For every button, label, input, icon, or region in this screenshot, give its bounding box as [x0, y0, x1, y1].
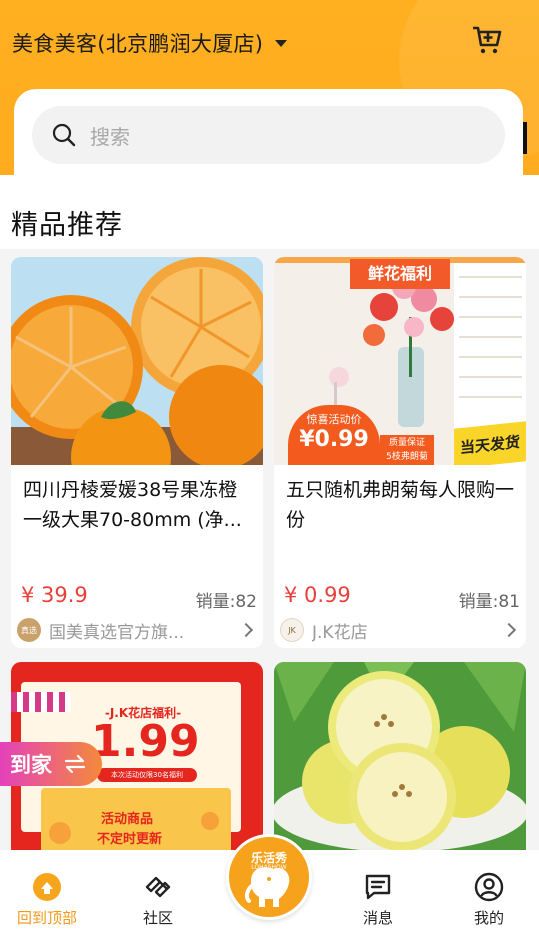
shop-logo: 真选	[17, 618, 41, 642]
shop-logo: JK	[280, 618, 304, 642]
search-input[interactable]: 搜索	[32, 106, 505, 164]
tab-label: 消息	[362, 909, 393, 927]
center-logo-sub: LOHASHOW	[251, 864, 287, 871]
tab-community[interactable]: 社区	[118, 872, 198, 928]
store-selector[interactable]: 美食美客(北京鹏润大厦店)	[12, 28, 288, 58]
product-image-pears	[274, 662, 526, 850]
product-title: 五只随机弗朗菊每人限购一份	[286, 479, 515, 531]
home-delivery-label: 到家	[10, 753, 52, 777]
same-day-delivery-tag: 当天发货	[454, 421, 526, 465]
section-title: 精品推荐	[11, 210, 123, 241]
top-bar: 美食美客(北京鹏润大厦店)	[0, 0, 539, 85]
poster-price: 1.99	[91, 716, 200, 767]
tab-label: 社区	[142, 909, 173, 927]
poster-note: 本次活动仅限30名福利	[97, 768, 197, 782]
product-card[interactable]: 鲜花福利 惊喜活动价 ¥0.99 质量保证 5枝弗朗菊 当天发货 五只随机弗朗菊…	[274, 257, 526, 648]
chevron-right-icon	[238, 622, 254, 638]
search-edge-divider	[523, 122, 527, 154]
search-icon	[52, 123, 76, 147]
product-image-oranges	[11, 257, 263, 465]
center-brand-logo-button[interactable]: 乐活秀 LOHASHOW	[226, 834, 312, 920]
tab-label: 回到顶部	[16, 909, 77, 927]
tab-profile[interactable]: 我的	[449, 872, 529, 928]
shop-row[interactable]: JK J.K花店	[280, 617, 520, 643]
product-price: ¥ 39.9	[21, 583, 88, 607]
poster-line-1: 活动商品	[101, 812, 154, 827]
caret-down-icon	[275, 40, 288, 47]
promo-note: 质量保证 5枝弗朗菊	[380, 435, 434, 465]
community-icon	[145, 876, 171, 898]
shop-name: 国美真选官方旗...	[49, 622, 185, 643]
search-card: 搜索	[14, 89, 523, 175]
poster-line-2: 不定时更新	[97, 832, 163, 847]
banner-label: 鲜花福利	[350, 259, 450, 289]
profile-icon	[474, 872, 504, 902]
product-card[interactable]: 四川丹棱爱媛38号果冻橙一级大果70-80mm (净... ¥ 39.9 销量:…	[11, 257, 263, 648]
product-card[interactable]	[274, 662, 526, 850]
back-to-top-icon	[33, 873, 61, 901]
tab-messages[interactable]: 消息	[338, 872, 418, 928]
product-image-flowers: 鲜花福利 惊喜活动价 ¥0.99 质量保证 5枝弗朗菊 当天发货	[274, 257, 526, 465]
shop-name: J.K花店	[312, 622, 368, 643]
product-sales: 销量:81	[458, 592, 520, 612]
switch-arrows-icon	[64, 755, 86, 773]
home-delivery-button[interactable]: 到家	[0, 742, 102, 786]
search-placeholder: 搜索	[90, 124, 130, 149]
chevron-right-icon	[501, 622, 517, 638]
promo-badge: 惊喜活动价 ¥0.99	[288, 405, 380, 465]
cart-add-icon[interactable]	[471, 25, 503, 55]
tab-back-to-top[interactable]: 回到顶部	[7, 872, 87, 928]
product-sales: 销量:82	[195, 592, 257, 612]
shop-row[interactable]: 真选 国美真选官方旗...	[17, 617, 257, 643]
product-price: ¥ 0.99	[284, 583, 351, 607]
message-icon	[365, 874, 391, 900]
store-name: 美食美客(北京鹏润大厦店)	[12, 31, 264, 56]
product-title: 四川丹棱爱媛38号果冻橙一级大果70-80mm (净...	[23, 479, 242, 531]
tab-label: 我的	[473, 909, 504, 927]
section-header: 精品推荐	[0, 175, 539, 249]
